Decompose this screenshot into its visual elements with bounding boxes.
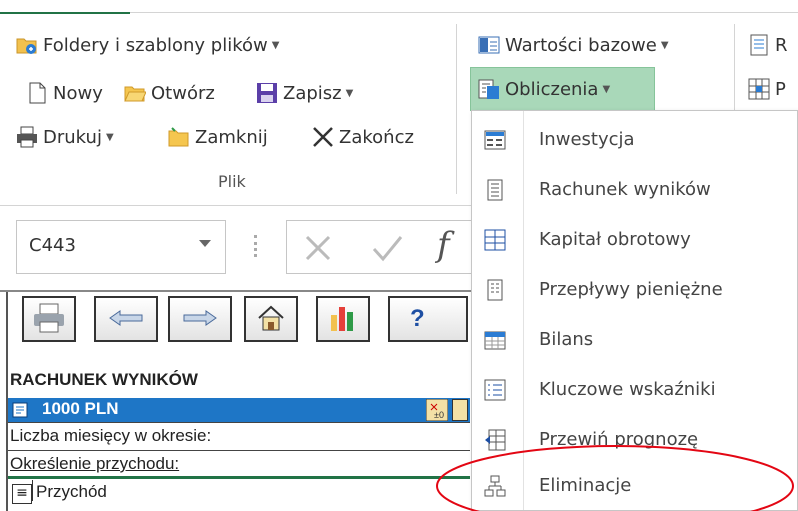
menu-item-income-statement[interactable]: Rachunek wyników bbox=[472, 167, 797, 213]
row-action-icon[interactable]: ±0 bbox=[426, 399, 448, 421]
revenue-definition-label: Określenie przychodu: bbox=[10, 454, 180, 473]
chart-button[interactable] bbox=[316, 296, 370, 342]
chevron-down-icon: ▼ bbox=[345, 87, 354, 99]
menu-item-key-indicators[interactable]: Kluczowe wskaźniki bbox=[472, 367, 797, 413]
revenue-label: Przychód bbox=[36, 482, 107, 501]
name-box-value: C443 bbox=[29, 235, 76, 256]
folders-templates-button[interactable]: Foldery i szablony plików ▼ bbox=[16, 30, 279, 60]
previous-button[interactable] bbox=[94, 296, 158, 342]
sheet-title: RACHUNEK WYNIKÓW bbox=[10, 370, 198, 389]
menu-item-balance-sheet[interactable]: Bilans bbox=[472, 317, 797, 363]
worksheet: ? RACHUNEK WYNIKÓW 1000 PLN ±0 Liczba mi… bbox=[0, 290, 480, 511]
base-values-button[interactable]: Wartości bazowe ▼ bbox=[478, 30, 669, 60]
menu-item-label: Bilans bbox=[539, 329, 594, 350]
highlight-ellipse bbox=[436, 445, 794, 511]
calculations-label: Obliczenia bbox=[505, 78, 599, 100]
print-button[interactable]: Drukuj ▼ bbox=[16, 122, 114, 152]
formula-bar-grip[interactable] bbox=[254, 235, 260, 257]
next-button[interactable] bbox=[168, 296, 232, 342]
folders-templates-label: Foldery i szablony plików bbox=[43, 34, 268, 56]
menu-item-label: Kapitał obrotowy bbox=[539, 229, 691, 250]
cell-border bbox=[32, 480, 33, 501]
expand-row-icon[interactable]: ≡ bbox=[12, 484, 32, 504]
grid-icon bbox=[748, 78, 770, 100]
base-values-icon bbox=[478, 36, 500, 54]
p-button-partial[interactable]: P bbox=[748, 74, 786, 104]
close-x-icon bbox=[313, 127, 333, 147]
menu-item-label: Rachunek wyników bbox=[539, 179, 711, 200]
menu-item-cash-flow[interactable]: Przepływy pieniężne bbox=[472, 267, 797, 313]
insert-function-icon[interactable]: f bbox=[437, 225, 450, 265]
save-icon bbox=[257, 83, 277, 103]
help-button[interactable]: ? bbox=[388, 296, 468, 342]
open-folder-icon bbox=[124, 86, 146, 102]
row-action-icon-partial[interactable] bbox=[452, 399, 468, 421]
exit-label: Zakończ bbox=[339, 126, 414, 148]
hand-forward-icon bbox=[183, 309, 217, 326]
unit-row: 1000 PLN ±0 bbox=[8, 398, 470, 422]
menu-item-label: Przepływy pieniężne bbox=[539, 279, 723, 300]
menu-item-label: Inwestycja bbox=[539, 129, 635, 150]
balance-sheet-icon bbox=[484, 331, 506, 350]
close-button[interactable]: Zamknij bbox=[168, 122, 268, 152]
unit-label: 1000 PLN bbox=[42, 399, 119, 418]
svg-text:±0: ±0 bbox=[434, 410, 444, 420]
printer-icon bbox=[34, 303, 64, 332]
base-values-label: Wartości bazowe bbox=[505, 34, 657, 56]
folder-settings-icon bbox=[16, 38, 37, 54]
new-label: Nowy bbox=[53, 82, 103, 104]
save-label: Zapisz bbox=[283, 82, 342, 104]
save-button[interactable]: Zapisz ▼ bbox=[256, 78, 353, 108]
group-divider bbox=[456, 24, 457, 194]
calculations-button[interactable]: Obliczenia ▼ bbox=[478, 74, 610, 104]
chevron-down-icon: ▼ bbox=[271, 39, 280, 51]
chevron-down-icon: ▼ bbox=[660, 39, 669, 51]
hand-back-icon bbox=[109, 309, 143, 326]
group-label-file: Plik bbox=[218, 172, 246, 191]
exit-button[interactable]: Zakończ bbox=[312, 122, 414, 152]
report-icon bbox=[750, 34, 768, 56]
printer-icon bbox=[17, 126, 37, 148]
chevron-down-icon[interactable] bbox=[199, 240, 211, 247]
working-capital-icon bbox=[484, 229, 506, 251]
home-icon bbox=[258, 305, 284, 330]
close-folder-icon bbox=[168, 127, 189, 147]
sheet-header-icon bbox=[12, 402, 28, 418]
menu-item-label: Kluczowe wskaźniki bbox=[539, 379, 716, 400]
ribbon-tab-strip bbox=[0, 0, 798, 14]
active-tab-indicator bbox=[0, 0, 130, 14]
name-box[interactable]: C443 bbox=[16, 220, 226, 274]
sheet-top-border bbox=[0, 290, 480, 292]
open-button[interactable]: Otwórz bbox=[124, 78, 215, 108]
green-row-border bbox=[8, 476, 470, 479]
report-button-partial[interactable]: R bbox=[748, 30, 788, 60]
enter-check-icon[interactable] bbox=[371, 233, 403, 263]
row-border bbox=[8, 422, 470, 423]
new-document-icon bbox=[29, 82, 46, 104]
months-in-period-label: Liczba miesięcy w okresie: bbox=[10, 426, 212, 445]
menu-item-investment[interactable]: Inwestycja bbox=[472, 117, 797, 163]
print-label: Drukuj bbox=[43, 126, 102, 148]
chevron-down-icon: ▼ bbox=[105, 131, 114, 143]
cash-flow-icon bbox=[487, 279, 503, 301]
p-label-partial: P bbox=[775, 78, 786, 100]
income-statement-icon bbox=[487, 179, 503, 201]
report-label-partial: R bbox=[775, 34, 788, 56]
group-divider bbox=[734, 24, 735, 114]
calculations-icon bbox=[478, 79, 499, 99]
row-border bbox=[8, 450, 470, 451]
bar-chart-icon bbox=[331, 306, 353, 331]
investment-icon bbox=[484, 130, 506, 150]
close-label: Zamknij bbox=[195, 126, 268, 148]
chevron-down-icon: ▼ bbox=[602, 83, 611, 95]
home-button[interactable] bbox=[244, 296, 298, 342]
cancel-icon[interactable] bbox=[303, 233, 333, 263]
open-label: Otwórz bbox=[151, 82, 215, 104]
key-indicators-icon bbox=[484, 379, 506, 401]
print-sheet-button[interactable] bbox=[22, 296, 76, 342]
menu-item-working-capital[interactable]: Kapitał obrotowy bbox=[472, 217, 797, 263]
new-button[interactable]: Nowy bbox=[26, 78, 103, 108]
